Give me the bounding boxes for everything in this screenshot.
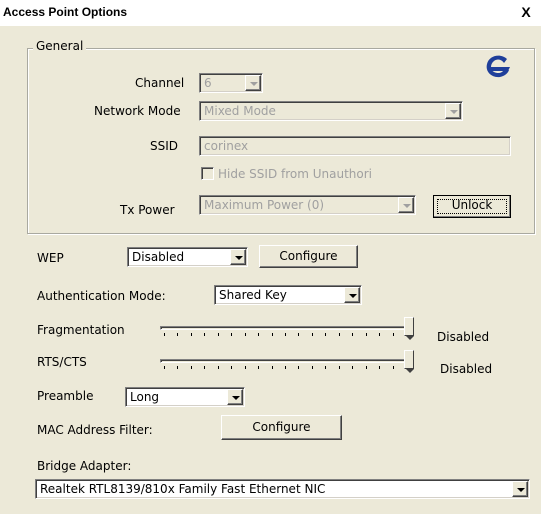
network-mode-select[interactable]: Mixed Mode <box>199 101 463 121</box>
slider-tick <box>258 366 260 369</box>
authentication-mode-select[interactable]: Shared Key <box>214 285 362 305</box>
wep-configure-button[interactable]: Configure <box>259 245 358 268</box>
slider-tick <box>217 366 219 369</box>
slider-tick <box>231 366 233 369</box>
rts-cts-label: RTS/CTS <box>37 355 87 369</box>
slider-tick <box>217 333 219 336</box>
mac-filter-configure-button[interactable]: Configure <box>221 415 342 440</box>
slider-tick <box>379 366 381 369</box>
ssid-input[interactable]: corinex <box>199 136 511 156</box>
channel-select[interactable]: 6 <box>199 73 263 93</box>
slider-tick <box>338 333 340 336</box>
close-icon[interactable]: X <box>517 4 535 21</box>
general-group-title: General <box>33 39 87 53</box>
slider-track <box>160 359 414 363</box>
chevron-down-icon[interactable] <box>398 197 414 213</box>
slider-tick <box>204 366 206 369</box>
slider-tick <box>204 333 206 336</box>
channel-value: 6 <box>204 76 212 90</box>
slider-tick <box>231 333 233 336</box>
channel-label: Channel <box>135 76 185 90</box>
rts-cts-status: Disabled <box>440 362 493 376</box>
tx-power-value: Maximum Power (0) <box>204 198 325 212</box>
authentication-mode-value: Shared Key <box>219 288 287 302</box>
chevron-down-icon[interactable] <box>227 389 243 405</box>
ssid-label: SSID <box>150 139 179 153</box>
slider-tick <box>164 366 165 369</box>
network-mode-label: Network Mode <box>94 104 181 118</box>
chevron-down-icon[interactable] <box>245 75 261 91</box>
slider-tick <box>352 333 354 336</box>
preamble-value: Long <box>130 390 160 404</box>
fragmentation-slider[interactable] <box>160 317 414 340</box>
slider-tick <box>271 333 273 336</box>
hide-ssid-checkbox[interactable] <box>201 167 214 180</box>
slider-tick <box>379 333 381 336</box>
slider-tick <box>190 366 192 369</box>
slider-tick <box>271 366 273 369</box>
bridge-adapter-value: Realtek RTL8139/810x Family Fast Etherne… <box>40 482 326 496</box>
slider-tick <box>298 333 300 336</box>
preamble-label: Preamble <box>37 389 94 403</box>
slider-track <box>160 326 414 330</box>
tx-power-select[interactable]: Maximum Power (0) <box>199 195 416 215</box>
slider-tick <box>190 333 192 336</box>
fragmentation-status: Disabled <box>437 330 490 344</box>
slider-tick <box>244 333 246 336</box>
slider-tick <box>244 366 246 369</box>
slider-tick <box>338 366 340 369</box>
slider-tick <box>352 366 354 369</box>
slider-tick <box>311 333 313 336</box>
wep-value: Disabled <box>132 250 185 264</box>
slider-tick <box>365 366 367 369</box>
corinex-logo-icon <box>486 55 510 78</box>
slider-thumb[interactable] <box>404 317 414 340</box>
slider-ticks <box>160 366 414 369</box>
chevron-down-icon[interactable] <box>445 103 461 119</box>
chevron-down-icon[interactable] <box>230 249 246 265</box>
wep-label: WEP <box>37 251 64 265</box>
bridge-adapter-label: Bridge Adapter: <box>37 459 132 473</box>
title-bar: Access Point Options X <box>0 0 541 26</box>
rts-cts-slider[interactable] <box>160 350 414 373</box>
tx-power-label: Tx Power <box>120 203 175 217</box>
fragmentation-label: Fragmentation <box>37 323 125 337</box>
slider-tick <box>258 333 260 336</box>
slider-tick <box>285 366 286 369</box>
slider-tick <box>325 333 327 336</box>
bridge-adapter-select[interactable]: Realtek RTL8139/810x Family Fast Etherne… <box>35 479 530 499</box>
slider-tick <box>164 333 165 336</box>
hide-ssid-label: Hide SSID from Unauthori <box>218 167 373 181</box>
slider-thumb[interactable] <box>404 350 414 373</box>
slider-tick <box>311 366 313 369</box>
ssid-value: corinex <box>204 139 249 153</box>
chevron-down-icon[interactable] <box>512 481 528 497</box>
slider-tick <box>177 333 179 336</box>
slider-tick <box>325 366 327 369</box>
slider-tick <box>392 333 394 336</box>
network-mode-value: Mixed Mode <box>204 104 276 118</box>
authentication-mode-label: Authentication Mode: <box>37 289 166 303</box>
slider-tick <box>285 333 286 336</box>
preamble-select[interactable]: Long <box>125 387 245 407</box>
mac-address-filter-label: MAC Address Filter: <box>37 423 153 437</box>
unlock-button[interactable]: Unlock <box>433 195 511 218</box>
slider-ticks <box>160 333 414 336</box>
slider-tick <box>365 333 367 336</box>
chevron-down-icon[interactable] <box>344 287 360 303</box>
slider-tick <box>177 366 179 369</box>
access-point-options-dialog: Access Point Options X General Channel 6… <box>0 0 541 514</box>
window-title: Access Point Options <box>3 5 128 19</box>
focus-indicator <box>437 199 507 214</box>
slider-tick <box>392 366 394 369</box>
wep-select[interactable]: Disabled <box>127 247 248 267</box>
slider-tick <box>298 366 300 369</box>
